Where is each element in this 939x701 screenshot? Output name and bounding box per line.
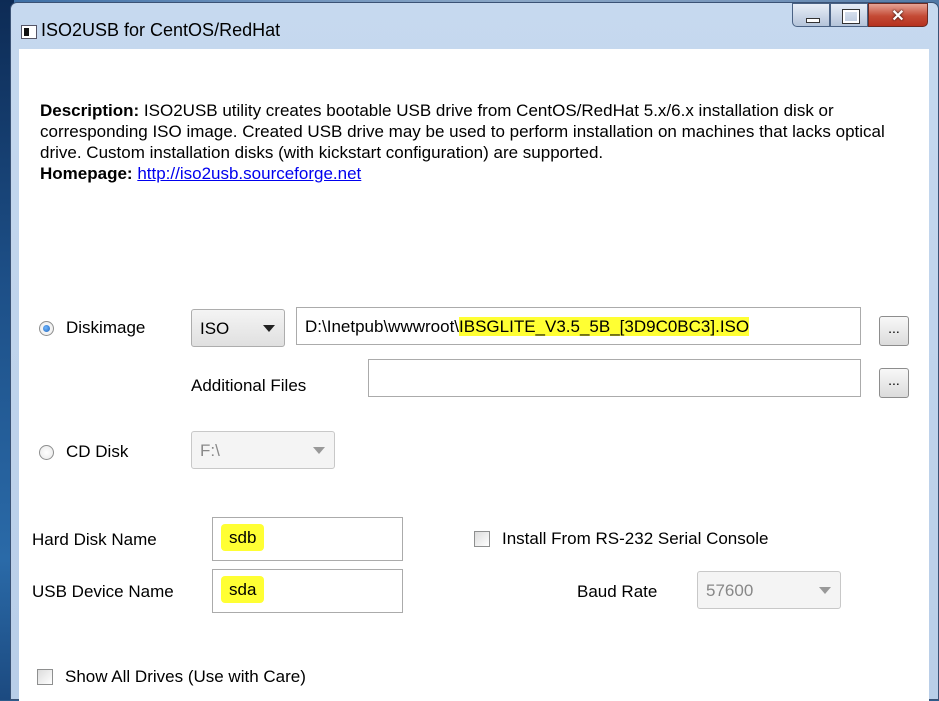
caption-buttons: ✕ (792, 3, 928, 29)
image-path-value: D:\Inetpub\wwwroot\IBSGLITE_V3.5_5B_[3D9… (305, 317, 750, 337)
serial-console-checkbox[interactable] (474, 531, 490, 547)
cd-drive-value: F:\ (200, 441, 220, 460)
description-block: Description: ISO2USB utility creates boo… (40, 100, 920, 184)
window-title: ISO2USB for CentOS/RedHat (41, 20, 281, 40)
image-path-highlighted: IBSGLITE_V3.5_5B_[3D9C0BC3].ISO (459, 317, 750, 336)
diskimage-label: Diskimage (66, 318, 146, 337)
additional-files-label: Additional Files (191, 376, 307, 395)
chevron-down-icon (819, 587, 831, 594)
cd-disk-label: CD Disk (66, 442, 129, 461)
hard-disk-name-label: Hard Disk Name (32, 530, 157, 549)
serial-console-label: Install From RS-232 Serial Console (502, 529, 769, 548)
baud-rate-label: Baud Rate (577, 582, 658, 601)
image-path-input[interactable]: D:\Inetpub\wwwroot\IBSGLITE_V3.5_5B_[3D9… (296, 307, 861, 345)
show-all-drives-checkbox[interactable] (37, 669, 53, 685)
image-type-value: ISO (200, 319, 230, 338)
app-icon (21, 25, 37, 39)
homepage-label: Homepage: (40, 164, 133, 183)
cd-disk-radio[interactable] (39, 445, 54, 460)
cd-drive-select[interactable]: F:\ (191, 431, 335, 469)
chevron-down-icon (263, 325, 275, 332)
hard-disk-name-value: sdb (221, 524, 265, 551)
maximize-button[interactable] (830, 3, 868, 27)
close-button[interactable]: ✕ (868, 3, 928, 27)
minimize-button[interactable] (792, 3, 830, 27)
chevron-down-icon (313, 447, 325, 454)
title-bar[interactable]: ISO2USB for CentOS/RedHat ✕ (11, 3, 938, 49)
show-all-drives-label: Show All Drives (Use with Care) (65, 667, 306, 686)
additional-files-input[interactable] (368, 359, 861, 397)
image-browse-button[interactable]: ... (879, 316, 909, 346)
baud-rate-value: 57600 (706, 581, 754, 600)
additional-files-browse-button[interactable]: ... (879, 368, 909, 398)
image-type-select[interactable]: ISO (191, 309, 285, 347)
baud-rate-select[interactable]: 57600 (697, 571, 841, 609)
diskimage-radio[interactable] (39, 321, 54, 336)
close-icon: ✕ (891, 8, 905, 25)
description-text: ISO2USB utility creates bootable USB dri… (40, 101, 885, 162)
hard-disk-name-input[interactable]: sdb (212, 517, 403, 561)
usb-device-name-label: USB Device Name (32, 582, 174, 601)
usb-device-name-input[interactable]: sda (212, 569, 403, 613)
usb-device-name-value: sda (221, 576, 265, 603)
description-label: Description: (40, 101, 140, 120)
image-path-prefix: D:\Inetpub\wwwroot\ (305, 317, 460, 336)
homepage-link[interactable]: http://iso2usb.sourceforge.net (137, 164, 361, 183)
